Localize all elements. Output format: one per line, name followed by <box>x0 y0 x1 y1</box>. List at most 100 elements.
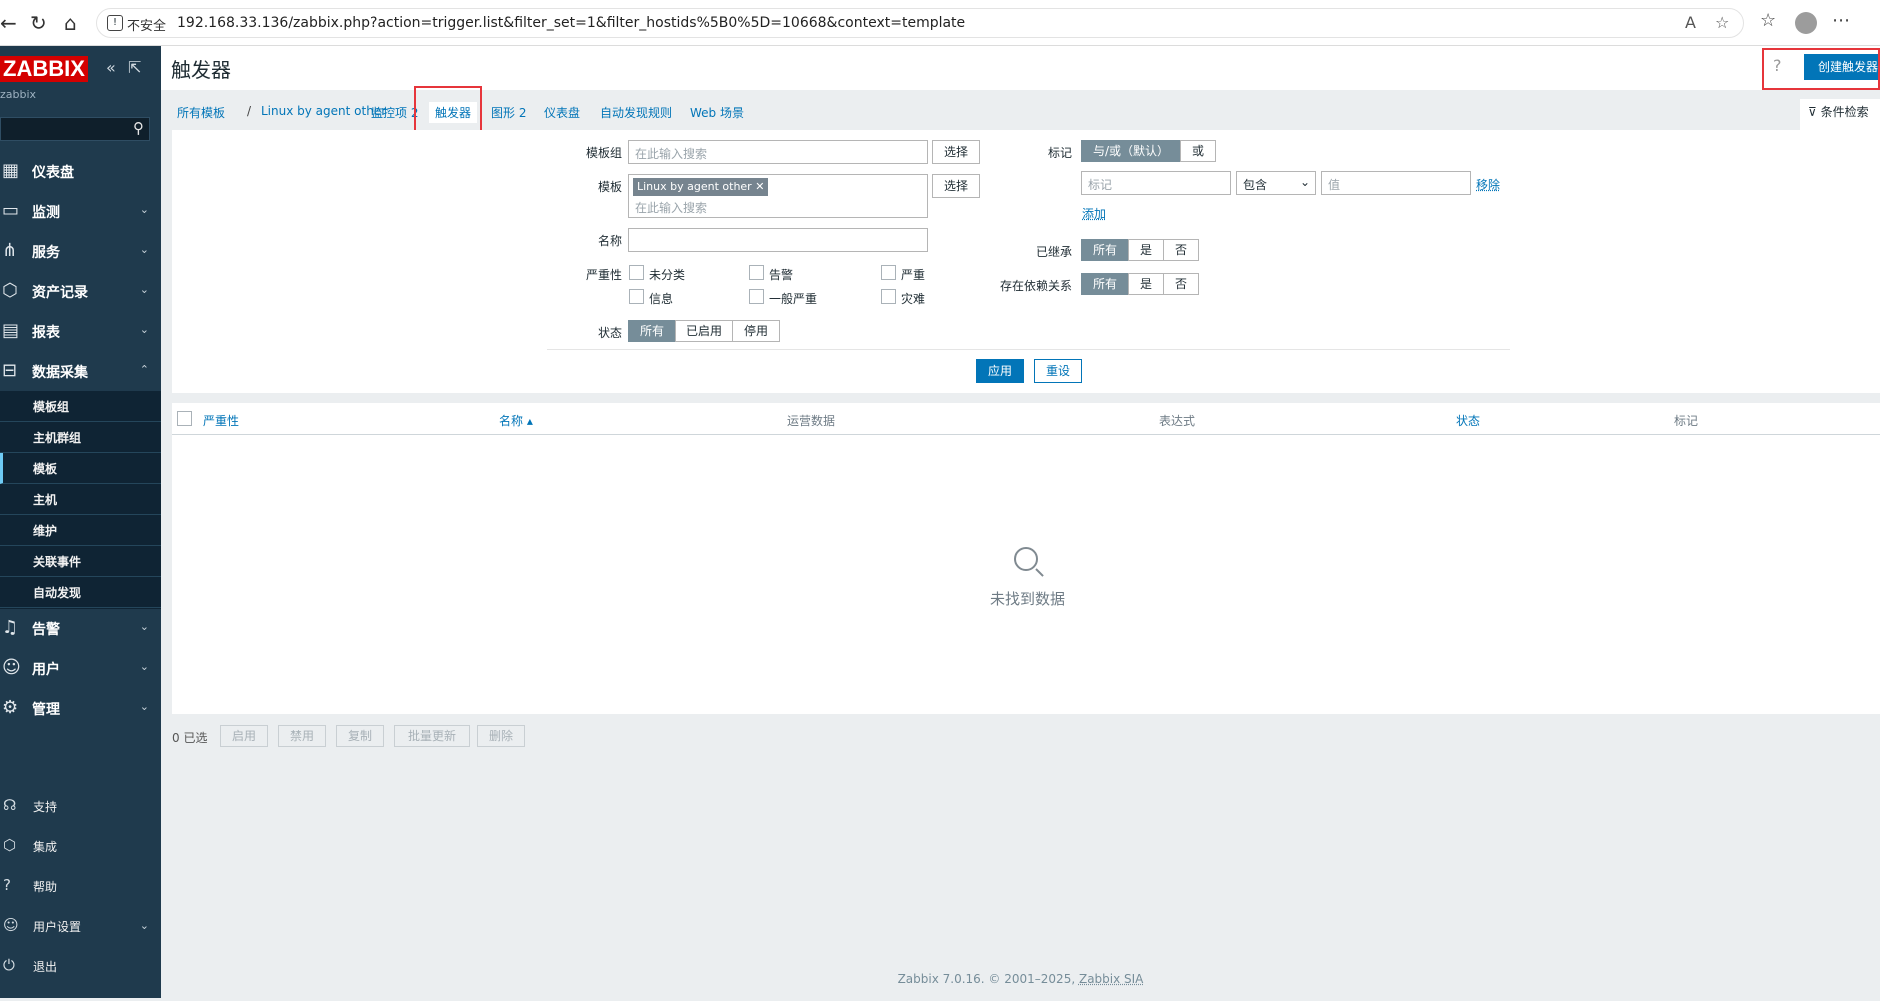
tag-value-input[interactable]: 值 <box>1321 171 1471 195</box>
submenu-maintenance[interactable]: 维护 <box>0 515 161 546</box>
menu-integrations[interactable]: ⬡ 集成 <box>0 831 161 861</box>
tab-discovery-rules[interactable]: 自动发现规则 <box>600 104 672 121</box>
tags-and-or-option[interactable]: 与/或（默认） <box>1081 140 1181 162</box>
menu-user-settings[interactable]: ☺ 用户设置 ⌄ <box>0 911 161 941</box>
menu-sign-out[interactable]: ⏻ 退出 <box>0 951 161 981</box>
submenu-event-correlation[interactable]: 关联事件 <box>0 546 161 577</box>
url-text[interactable]: 192.168.33.136/zabbix.php?action=trigger… <box>177 15 965 31</box>
column-header-status[interactable]: 状态 <box>1456 412 1480 429</box>
inherited-no-option[interactable]: 否 <box>1163 239 1199 261</box>
read-aloud-icon[interactable]: A <box>1685 13 1696 32</box>
status-enabled-option[interactable]: 已启用 <box>675 320 733 342</box>
mass-update-button[interactable]: 批量更新 <box>394 725 470 747</box>
column-header-name[interactable]: 名称 ▴ <box>499 412 533 429</box>
tab-items[interactable]: 监控项 2 <box>371 104 418 121</box>
add-tag-link[interactable]: 添加 <box>1082 205 1106 222</box>
template-multiselect[interactable]: Linux by agent other ✕ 在此输入搜索 <box>628 174 928 218</box>
menu-services[interactable]: ⋔ 服务 ⌄ <box>0 235 161 267</box>
headset-icon: ☊ <box>3 796 17 814</box>
submenu-template-groups[interactable]: 模板组 <box>0 391 161 422</box>
dependencies-all-option[interactable]: 所有 <box>1081 273 1129 295</box>
footer-link[interactable]: Zabbix SIA <box>1079 972 1143 986</box>
template-group-select-button[interactable]: 选择 <box>932 140 980 164</box>
address-bar[interactable]: ! 不安全 192.168.33.136/zabbix.php?action=t… <box>96 8 1744 38</box>
menu-label: 服务 <box>32 245 60 261</box>
menu-alerts[interactable]: ♫ 告警 ⌄ <box>0 612 161 644</box>
status-disabled-option[interactable]: 停用 <box>732 320 780 342</box>
dependencies-yes-option[interactable]: 是 <box>1128 273 1164 295</box>
delete-button[interactable]: 删除 <box>477 725 525 747</box>
menu-label: 退出 <box>33 960 58 974</box>
breadcrumb-template[interactable]: Linux by agent other <box>261 104 386 118</box>
profile-avatar[interactable] <box>1795 12 1817 34</box>
warning-icon[interactable]: ! <box>107 15 123 31</box>
favorites-icon[interactable]: ☆ <box>1760 10 1776 31</box>
inherited-yes-option[interactable]: 是 <box>1128 239 1164 261</box>
menu-dashboard[interactable]: ▦ 仪表盘 <box>0 155 161 187</box>
severity-checkbox-information[interactable] <box>629 289 644 304</box>
template-chip[interactable]: Linux by agent other ✕ <box>633 178 769 196</box>
page-footer: Zabbix 7.0.16. © 2001–2025, Zabbix SIA <box>161 972 1880 986</box>
sidebar-search-input[interactable]: ⚲ <box>0 117 150 141</box>
menu-help[interactable]: ? 帮助 <box>0 871 161 901</box>
select-all-checkbox[interactable] <box>177 411 192 426</box>
search-icon[interactable]: ⚲ <box>133 119 144 137</box>
power-icon: ⏻ <box>3 956 15 974</box>
filter-icon: ⊽ <box>1808 105 1817 119</box>
menu-data-collection[interactable]: ⊟ 数据采集 ⌃ <box>0 355 161 387</box>
kiosk-mode-icon[interactable]: ⇱ <box>128 58 141 77</box>
remove-tag-link[interactable]: 移除 <box>1476 176 1500 193</box>
inherited-all-option[interactable]: 所有 <box>1081 239 1129 261</box>
filter-toggle-tab[interactable]: ⊽ 条件检索 <box>1800 99 1880 130</box>
submenu-templates[interactable]: 模板 <box>0 453 161 484</box>
menu-administration[interactable]: ⚙ 管理 ⌄ <box>0 692 161 724</box>
template-chip-label: Linux by agent other <box>637 180 752 193</box>
menu-users[interactable]: ☺ 用户 ⌄ <box>0 652 161 684</box>
breadcrumb-all-templates[interactable]: 所有模板 <box>177 104 225 121</box>
template-group-input[interactable]: 在此输入搜索 <box>628 140 928 164</box>
severity-checkbox-not-classified[interactable] <box>629 265 644 280</box>
collapse-sidebar-icon[interactable]: « <box>106 58 116 77</box>
column-header-severity[interactable]: 严重性 <box>203 412 239 429</box>
tag-operator-select[interactable]: 包含 ⌄ <box>1236 171 1316 195</box>
template-select-button[interactable]: 选择 <box>932 174 980 198</box>
menu-support[interactable]: ☊ 支持 <box>0 791 161 821</box>
tags-or-option[interactable]: 或 <box>1180 140 1216 162</box>
severity-checkbox-average[interactable] <box>749 289 764 304</box>
disable-button[interactable]: 禁用 <box>278 725 326 747</box>
menu-monitoring[interactable]: ▭ 监测 ⌄ <box>0 195 161 227</box>
reload-icon[interactable]: ↻ <box>30 12 47 34</box>
severity-checkbox-disaster[interactable] <box>881 289 896 304</box>
copy-button[interactable]: 复制 <box>336 725 384 747</box>
severity-option-label: 灾难 <box>901 292 926 306</box>
apply-button[interactable]: 应用 <box>976 359 1024 383</box>
menu-reports[interactable]: ▤ 报表 ⌄ <box>0 315 161 347</box>
submenu-discovery[interactable]: 自动发现 <box>0 577 161 608</box>
submenu-hosts[interactable]: 主机 <box>0 484 161 515</box>
breadcrumb-separator: / <box>247 104 252 118</box>
tags-label: 标记 <box>1047 146 1072 160</box>
status-all-option[interactable]: 所有 <box>628 320 676 342</box>
enable-button[interactable]: 启用 <box>220 725 268 747</box>
insecure-label[interactable]: 不安全 <box>127 15 166 34</box>
severity-checkbox-warning[interactable] <box>749 265 764 280</box>
dependencies-no-option[interactable]: 否 <box>1163 273 1199 295</box>
zabbix-logo[interactable]: ZABBIX <box>0 56 88 82</box>
menu-label: 数据采集 <box>32 365 88 381</box>
tab-graphs[interactable]: 图形 2 <box>491 104 526 121</box>
more-icon[interactable]: ⋯ <box>1832 10 1850 31</box>
home-icon[interactable]: ⌂ <box>64 12 77 34</box>
reset-button[interactable]: 重设 <box>1034 359 1082 383</box>
back-icon[interactable]: ← <box>0 12 17 34</box>
tag-name-input[interactable]: 标记 <box>1081 171 1231 195</box>
favorite-star-icon[interactable]: ☆ <box>1715 13 1729 32</box>
menu-inventory[interactable]: ⬡ 资产记录 ⌄ <box>0 275 161 307</box>
name-label: 名称 <box>597 234 622 248</box>
tab-dashboards[interactable]: 仪表盘 <box>544 104 580 121</box>
severity-label: 严重性 <box>585 268 622 282</box>
severity-checkbox-high[interactable] <box>881 265 896 280</box>
name-input[interactable] <box>628 228 928 252</box>
close-icon[interactable]: ✕ <box>755 180 764 193</box>
submenu-host-groups[interactable]: 主机群组 <box>0 422 161 453</box>
tab-web-scenarios[interactable]: Web 场景 <box>690 104 744 121</box>
